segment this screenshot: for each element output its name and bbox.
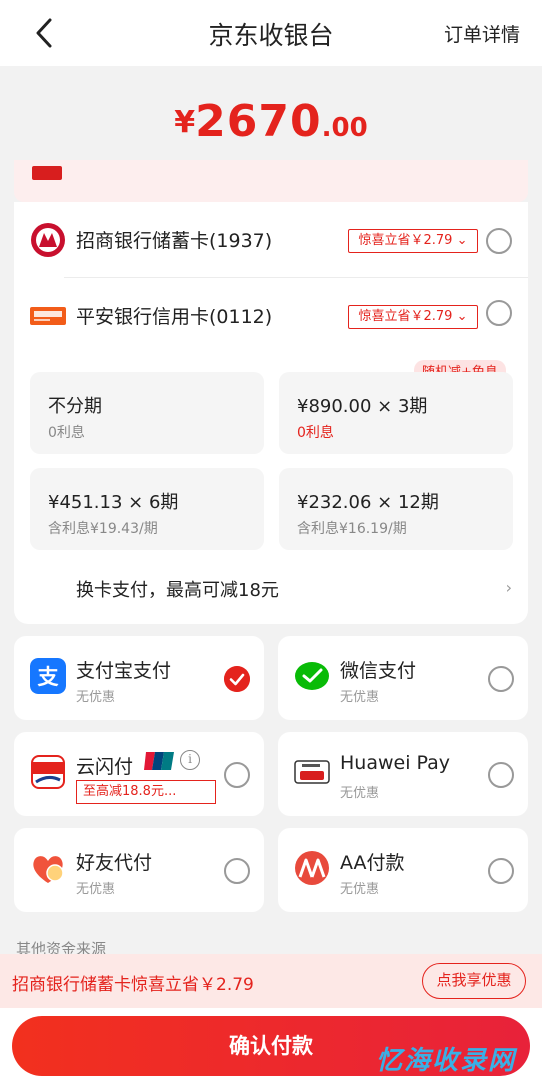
bank-radio[interactable] (486, 300, 512, 326)
payment-option-aa-pay[interactable]: AA付款 无优惠 (278, 828, 528, 912)
payment-radio[interactable] (488, 762, 514, 788)
installment-main: ¥451.13 × 6期 (48, 492, 179, 513)
currency-symbol: ¥ (174, 105, 196, 140)
installment-sub: 0利息 (48, 425, 85, 441)
payment-sub: 无优惠 (76, 690, 116, 705)
payment-sub: 无优惠 (76, 882, 116, 897)
cmb-bank-logo-icon (31, 223, 65, 257)
alipay-icon: 支 (30, 658, 66, 694)
payment-sub: 无优惠 (340, 786, 380, 801)
friend-pay-icon (33, 856, 64, 883)
aa-pay-icon (295, 851, 329, 885)
payment-option-huawei-pay[interactable]: Huawei Pay 无优惠 (278, 732, 528, 816)
watermark: 忆海收录网 (375, 1046, 516, 1076)
bank-promo-text: 惊喜立省￥2.79 (358, 309, 453, 324)
payment-amount: ¥2670.00 (0, 96, 542, 147)
payment-option-wechat[interactable]: 微信支付 无优惠 (278, 636, 528, 720)
installment-option-3[interactable]: ¥890.00 × 3期 0利息 (279, 372, 513, 454)
bank-promo-text: 惊喜立省￥2.79 (358, 233, 453, 248)
amount-integer: 2670 (195, 96, 322, 147)
scrolled-item-peek (14, 160, 528, 202)
bottom-promo-bar: 招商银行储蓄卡惊喜立省￥2.79 点我享优惠 (0, 954, 542, 1008)
amount-decimal: .00 (321, 113, 368, 143)
bank-option-pingan[interactable]: 平安银行信用卡(0112) 惊喜立省￥2.79 ⌄ (14, 278, 528, 350)
installment-main: ¥890.00 × 3期 (297, 396, 428, 417)
enjoy-discount-button[interactable]: 点我享优惠 (422, 963, 526, 999)
info-icon[interactable]: i (180, 750, 200, 770)
huawei-pay-icon (294, 760, 330, 784)
installment-option-none[interactable]: 不分期 0利息 (30, 372, 264, 454)
bank-name: 平安银行信用卡(0112) (76, 306, 273, 328)
bottom-promo-text: 招商银行储蓄卡惊喜立省￥2.79 (12, 975, 254, 995)
bank-promo-tag[interactable]: 惊喜立省￥2.79 ⌄ (348, 229, 478, 253)
order-detail-link[interactable]: 订单详情 (444, 20, 520, 47)
payment-radio[interactable] (488, 858, 514, 884)
payment-promo-tag[interactable]: 至高减18.8元... (76, 780, 216, 804)
installment-main: 不分期 (48, 396, 102, 417)
payment-name: 云闪付 (76, 756, 134, 778)
cloud-quickpass-icon (31, 755, 65, 789)
payment-name: 微信支付 (340, 660, 417, 682)
payment-name: 好友代付 (76, 852, 153, 874)
payment-option-friend-pay[interactable]: 好友代付 无优惠 (14, 828, 264, 912)
installment-sub: 含利息¥16.19/期 (297, 521, 407, 537)
installment-sub: 0利息 (297, 425, 334, 441)
bank-card-panel: 招商银行储蓄卡(1937) 惊喜立省￥2.79 ⌄ 平安银行信用卡(0112) … (14, 202, 528, 624)
payment-radio[interactable] (224, 762, 250, 788)
chevron-right-icon[interactable]: › (506, 578, 512, 597)
installment-option-12[interactable]: ¥232.06 × 12期 含利息¥16.19/期 (279, 468, 513, 550)
payment-sub: 无优惠 (340, 882, 380, 897)
payment-option-alipay[interactable]: 支 支付宝支付 无优惠 (14, 636, 264, 720)
pingan-bank-logo-icon (30, 307, 66, 325)
unionpay-icon (144, 752, 174, 770)
svg-text:支: 支 (38, 665, 60, 689)
calendar-icon (32, 166, 62, 180)
payment-name: AA付款 (340, 852, 405, 874)
payment-radio[interactable] (224, 858, 250, 884)
payment-name: Huawei Pay (340, 752, 451, 774)
checkmark-icon[interactable] (224, 666, 250, 692)
payment-name: 支付宝支付 (76, 660, 172, 682)
wechat-icon (295, 662, 329, 690)
bank-radio[interactable] (486, 228, 512, 254)
payment-sub: 无优惠 (340, 690, 380, 705)
bank-promo-tag[interactable]: 惊喜立省￥2.79 ⌄ (348, 305, 478, 329)
payment-option-cloud-quickpass[interactable]: 云闪付 i 至高减18.8元... (14, 732, 264, 816)
installment-main: ¥232.06 × 12期 (297, 492, 439, 513)
bank-name: 招商银行储蓄卡(1937) (76, 230, 273, 252)
bank-option-cmb[interactable]: 招商银行储蓄卡(1937) 惊喜立省￥2.79 ⌄ (14, 202, 528, 278)
installment-sub: 含利息¥19.43/期 (48, 521, 158, 537)
payment-radio[interactable] (488, 666, 514, 692)
top-bar: 京东收银台 订单详情 (0, 0, 542, 66)
installment-option-6[interactable]: ¥451.13 × 6期 含利息¥19.43/期 (30, 468, 264, 550)
switch-card-link[interactable]: 换卡支付，最高可减18元 (76, 576, 279, 602)
